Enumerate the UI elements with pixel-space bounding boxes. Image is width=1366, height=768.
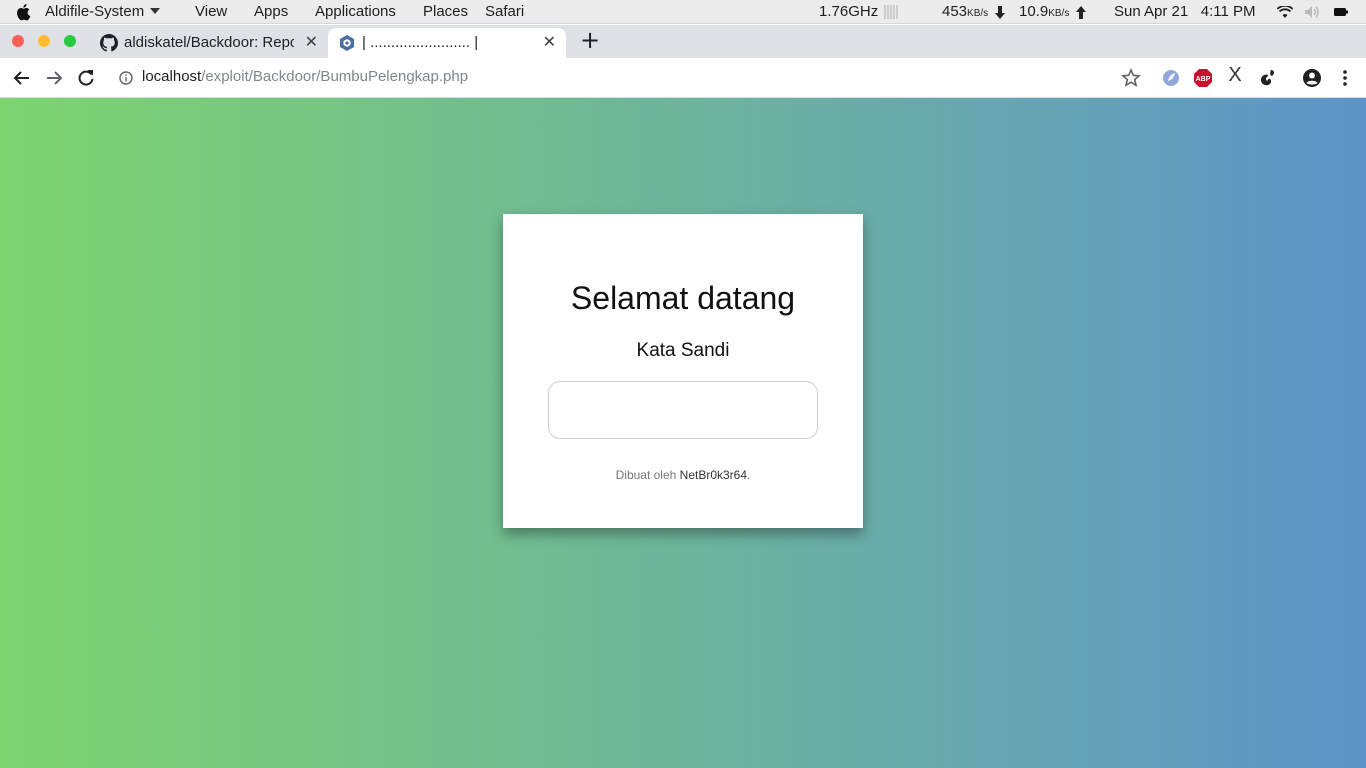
- credit-suffix: .: [747, 468, 751, 482]
- hexagon-icon: [340, 35, 354, 51]
- window-close-button[interactable]: [12, 35, 24, 47]
- tab-active-page[interactable]: | ........................ | ✕: [328, 28, 566, 58]
- cpu-frequency: 1.76GHz: [819, 3, 879, 20]
- app-menu[interactable]: Aldifile-System: [45, 3, 161, 20]
- credit-text: Dibuat oleh NetBr0k3r64.: [503, 468, 863, 482]
- address-bar[interactable]: localhost/exploit/Backdoor/BumbuPelengka…: [108, 63, 1158, 93]
- account-icon[interactable]: [1301, 67, 1323, 89]
- browser-toolbar: localhost/exploit/Backdoor/BumbuPelengka…: [0, 58, 1366, 98]
- x-icon[interactable]: X: [1224, 64, 1246, 86]
- tab-strip: aldiskatel/Backdoor: Repo ✕ | ..........…: [0, 25, 1366, 58]
- app-menu-label: Aldifile-System: [45, 3, 145, 20]
- system-top-bar: Aldifile-System View Apps Applications P…: [0, 0, 1366, 24]
- download-speed: 453KB/s: [942, 3, 988, 20]
- credit-author: NetBr0k3r64: [679, 468, 748, 482]
- tab-github-backdoor[interactable]: aldiskatel/Backdoor: Repo ✕: [90, 28, 328, 58]
- battery-icon[interactable]: [1334, 7, 1348, 17]
- password-input[interactable]: [548, 381, 818, 439]
- url-path: /exploit/Backdoor/BumbuPelengkap.php: [201, 68, 469, 85]
- close-tab-icon[interactable]: ✕: [305, 32, 318, 52]
- tab-title: aldiskatel/Backdoor: Repo: [124, 34, 294, 51]
- chevron-down-icon: [150, 8, 161, 14]
- clock[interactable]: Sun Apr 21 4:11 PM: [1114, 3, 1255, 20]
- volume-icon[interactable]: [1305, 6, 1321, 18]
- github-icon: [100, 34, 118, 52]
- forward-arrow-icon[interactable]: [43, 67, 65, 89]
- apple-icon[interactable]: [16, 3, 32, 21]
- bookmark-star-icon[interactable]: [1120, 67, 1142, 89]
- window-minimize-button[interactable]: [38, 35, 50, 47]
- extension-blue-icon[interactable]: [1160, 67, 1182, 89]
- download-arrow-icon: [995, 6, 1005, 19]
- menu-places[interactable]: Places: [423, 3, 468, 20]
- tab-title: | ........................ |: [362, 34, 479, 51]
- page-background: Selamat datang Kata Sandi Dibuat oleh Ne…: [0, 98, 1366, 768]
- reload-icon[interactable]: [75, 67, 97, 89]
- upload-value: 10.9: [1019, 3, 1049, 20]
- menu-apps[interactable]: Apps: [254, 3, 288, 20]
- download-unit: KB/s: [967, 8, 989, 19]
- menu-view[interactable]: View: [195, 3, 227, 20]
- cpu-graph-icon: [884, 5, 898, 19]
- credit-prefix: Dibuat oleh: [615, 468, 680, 482]
- close-tab-icon[interactable]: ✕: [543, 32, 556, 52]
- upload-unit: KB/s: [1048, 8, 1070, 19]
- password-label: Kata Sandi: [636, 340, 730, 361]
- wifi-icon[interactable]: [1277, 6, 1293, 18]
- upload-arrow-icon: [1076, 6, 1086, 19]
- download-value: 453: [942, 3, 968, 20]
- adblock-icon[interactable]: ABP: [1192, 67, 1214, 89]
- url-host: localhost: [142, 68, 202, 85]
- adblock-label: ABP: [1196, 76, 1211, 83]
- welcome-heading: Selamat datang: [570, 280, 796, 316]
- login-card: Selamat datang Kata Sandi Dibuat oleh Ne…: [503, 214, 863, 528]
- url-text[interactable]: localhost/exploit/Backdoor/BumbuPelengka…: [142, 68, 468, 85]
- new-tab-button[interactable]: +: [579, 26, 601, 54]
- menu-safari[interactable]: Safari: [485, 3, 524, 20]
- back-arrow-icon[interactable]: [11, 67, 33, 89]
- menu-applications[interactable]: Applications: [315, 3, 396, 20]
- gnome-icon[interactable]: [1256, 67, 1278, 89]
- window-maximize-button[interactable]: [64, 35, 76, 47]
- info-icon[interactable]: [119, 71, 133, 85]
- menu-icon[interactable]: [1334, 67, 1356, 89]
- upload-speed: 10.9KB/s: [1019, 3, 1069, 20]
